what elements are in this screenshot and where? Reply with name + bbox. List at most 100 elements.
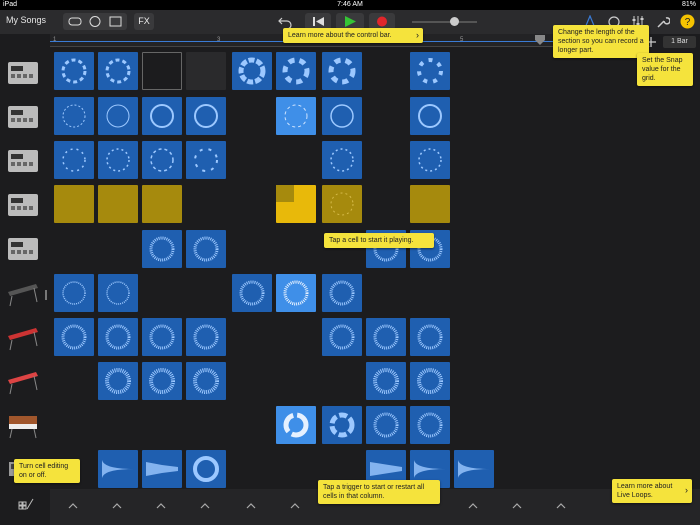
- drum-machine-icon[interactable]: [6, 190, 40, 220]
- trigger-chevron-icon[interactable]: [556, 503, 566, 509]
- volume-knob[interactable]: [450, 17, 459, 26]
- my-songs-button[interactable]: My Songs: [6, 15, 46, 25]
- undo-icon[interactable]: [278, 15, 292, 29]
- trigger-chevron-icon[interactable]: [156, 503, 166, 509]
- loop-cell[interactable]: [54, 97, 94, 135]
- loop-cell-playing[interactable]: [276, 274, 316, 312]
- tooltip-control-bar[interactable]: Learn more about the control bar. ›: [283, 28, 423, 43]
- loop-cell[interactable]: [322, 141, 362, 179]
- loop-cell-empty[interactable]: [186, 52, 226, 90]
- volume-slider[interactable]: [412, 17, 477, 26]
- loop-waveform-icon: [149, 368, 175, 394]
- loop-cell[interactable]: [322, 185, 362, 223]
- loop-cell[interactable]: [322, 97, 362, 135]
- loop-cell-playing[interactable]: [276, 97, 316, 135]
- loop-cell[interactable]: [142, 185, 182, 223]
- synth-icon[interactable]: [6, 410, 40, 440]
- loop-cell[interactable]: [186, 230, 226, 268]
- keyboard-icon[interactable]: [6, 278, 40, 308]
- tooltip-live-loops[interactable]: Learn more about Live Loops. ›: [612, 479, 692, 503]
- loop-cell[interactable]: [142, 318, 182, 356]
- loop-cell[interactable]: [186, 362, 226, 400]
- loop-cell[interactable]: [54, 274, 94, 312]
- loop-cell[interactable]: [98, 141, 138, 179]
- loop-waveform-icon: [282, 57, 310, 85]
- loop-cell[interactable]: [322, 274, 362, 312]
- trigger-chevron-icon[interactable]: [68, 503, 78, 509]
- loop-cell[interactable]: [410, 185, 450, 223]
- loop-waveform-icon: [105, 58, 131, 84]
- loop-cell[interactable]: [186, 141, 226, 179]
- mixer-icon[interactable]: [109, 16, 122, 27]
- snap-value-button[interactable]: 1 Bar: [663, 36, 696, 48]
- trigger-chevron-icon[interactable]: [200, 503, 210, 509]
- loop-cell[interactable]: [232, 52, 272, 90]
- loop-cell[interactable]: [54, 141, 94, 179]
- loop-cell[interactable]: [366, 406, 406, 444]
- loop-cell[interactable]: [98, 274, 138, 312]
- keyboard-icon[interactable]: [6, 322, 40, 352]
- loop-cell[interactable]: [410, 97, 450, 135]
- loop-waveform-icon: [329, 412, 355, 438]
- loop-cell-playing[interactable]: [276, 185, 316, 223]
- loop-cell[interactable]: [410, 318, 450, 356]
- loop-cell[interactable]: [142, 450, 182, 488]
- loop-cell[interactable]: [410, 52, 450, 90]
- drum-machine-icon[interactable]: [6, 234, 40, 264]
- loop-cell-playing[interactable]: [276, 406, 316, 444]
- loop-waveform-icon: [330, 148, 354, 172]
- loop-cell[interactable]: [54, 318, 94, 356]
- loop-cell[interactable]: [54, 52, 94, 90]
- loop-cell[interactable]: [366, 318, 406, 356]
- loop-cell[interactable]: [454, 450, 494, 488]
- loop-cell[interactable]: [54, 185, 94, 223]
- loop-cell[interactable]: [410, 141, 450, 179]
- loop-cell[interactable]: [276, 52, 316, 90]
- loop-waveform-icon: [102, 460, 134, 478]
- wrench-icon[interactable]: [656, 15, 670, 29]
- loop-cell[interactable]: [98, 97, 138, 135]
- trigger-chevron-icon[interactable]: [112, 503, 122, 509]
- loop-cell[interactable]: [232, 274, 272, 312]
- trigger-chevron-icon[interactable]: [468, 503, 478, 509]
- cell-edit-icon[interactable]: [18, 497, 34, 513]
- loop-cell[interactable]: [142, 97, 182, 135]
- trigger-chevron-icon[interactable]: [290, 503, 300, 509]
- loop-cell[interactable]: [98, 52, 138, 90]
- loop-cell[interactable]: [98, 362, 138, 400]
- loop-waveform-icon: [193, 324, 219, 350]
- loop-cell[interactable]: [186, 97, 226, 135]
- browser-icon[interactable]: [68, 17, 82, 26]
- loop-cell[interactable]: [186, 450, 226, 488]
- drum-machine-icon[interactable]: [6, 58, 40, 88]
- loop-cell[interactable]: [98, 450, 138, 488]
- loop-waveform-icon: [284, 104, 308, 128]
- track-divider-handle[interactable]: [45, 290, 47, 300]
- loop-cell[interactable]: [142, 362, 182, 400]
- loop-cell[interactable]: [186, 318, 226, 356]
- loop-cell[interactable]: [366, 362, 406, 400]
- trigger-chevron-icon[interactable]: [512, 503, 522, 509]
- drum-machine-icon[interactable]: [6, 146, 40, 176]
- loop-cell[interactable]: [410, 406, 450, 444]
- loop-cell[interactable]: [410, 362, 450, 400]
- loop-waveform-icon: [149, 324, 175, 350]
- keyboard-icon[interactable]: [6, 366, 40, 396]
- loop-cell[interactable]: [98, 185, 138, 223]
- help-icon[interactable]: ?: [680, 14, 695, 29]
- smart-controls-icon[interactable]: [89, 16, 101, 27]
- loop-cell-selected[interactable]: [142, 52, 182, 90]
- loop-waveform-icon: [418, 148, 442, 172]
- loop-cell[interactable]: [98, 318, 138, 356]
- loop-cell[interactable]: [322, 318, 362, 356]
- loop-waveform-icon: [62, 281, 86, 305]
- loop-cell[interactable]: [142, 230, 182, 268]
- loop-cell[interactable]: [322, 52, 362, 90]
- loop-waveform-icon: [150, 104, 174, 128]
- trigger-chevron-icon[interactable]: [246, 503, 256, 509]
- fx-button[interactable]: FX: [134, 13, 154, 30]
- drum-machine-icon[interactable]: [6, 102, 40, 132]
- loop-cell[interactable]: [322, 406, 362, 444]
- loop-cell[interactable]: [142, 141, 182, 179]
- section-end-marker[interactable]: [533, 34, 547, 46]
